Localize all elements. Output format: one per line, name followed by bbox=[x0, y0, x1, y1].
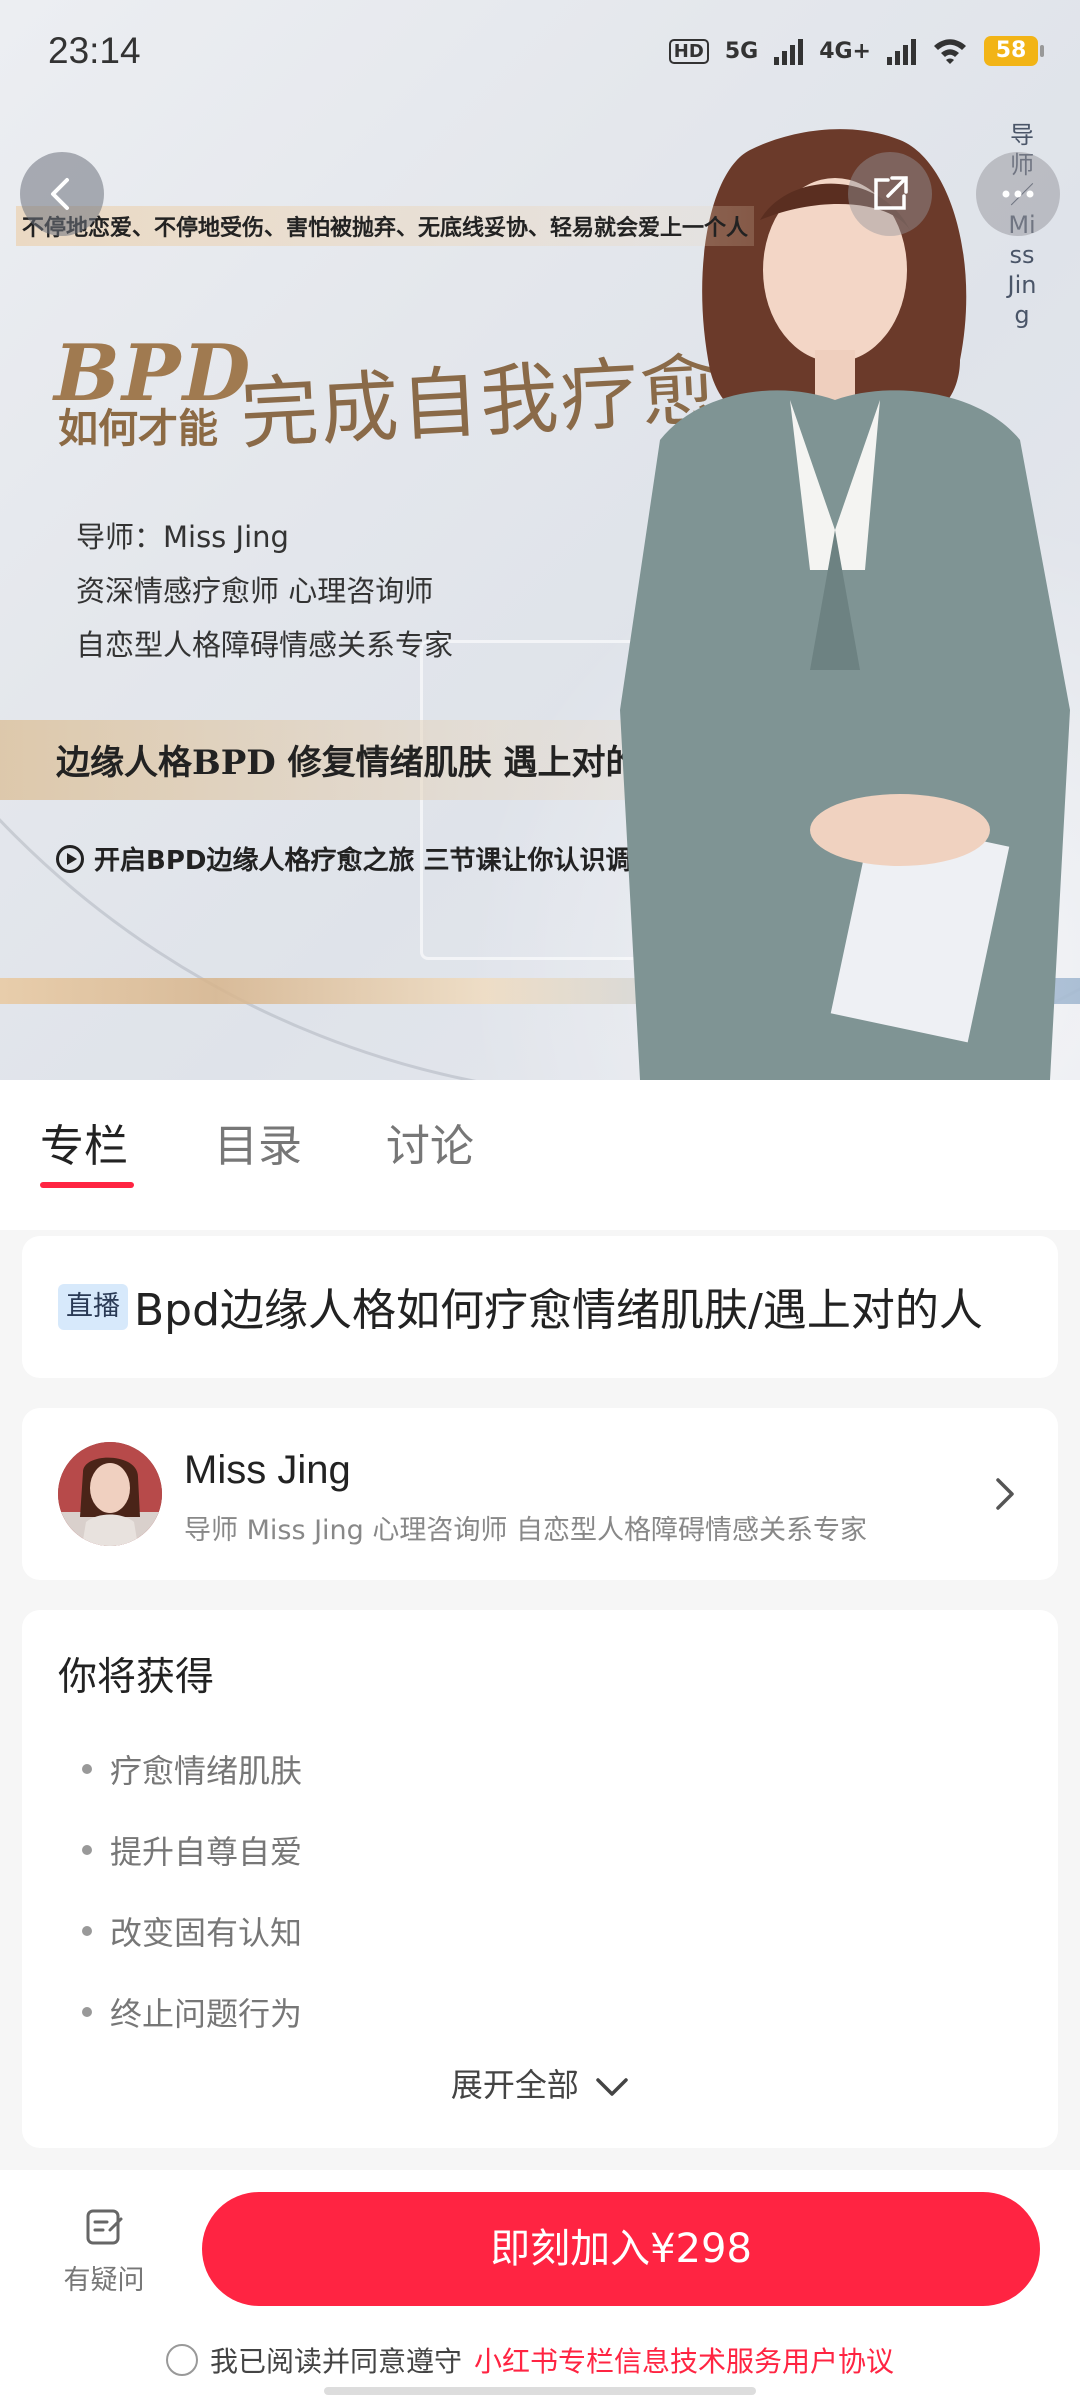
question-icon bbox=[86, 2209, 123, 2245]
tab-active-indicator bbox=[40, 1182, 134, 1188]
cover-info-line: 资深情感疗愈师 心理咨询师 bbox=[76, 574, 434, 608]
agreement-row: 我已阅读并同意遵守 小红书专栏信息技术服务用户协议 bbox=[166, 2340, 894, 2380]
bottom-action-bar: 有疑问 即刻加入¥298 我已阅读并同意遵守 小红书专栏信息技术服务用户协议 bbox=[0, 2170, 1080, 2400]
cover-info: 导师：Miss Jing 资深情感疗愈师 心理咨询师 自恋型人格障碍情感关系专家 bbox=[76, 510, 453, 672]
list-item: 终止问题行为 bbox=[82, 1971, 302, 2052]
agreement-link[interactable]: 小红书专栏信息技术服务用户协议 bbox=[474, 2340, 894, 2380]
tab-column[interactable]: 专栏 bbox=[40, 1110, 128, 1174]
cover-slogan: 边缘人格BPD 修复情绪肌肤 遇上对的人 bbox=[56, 743, 674, 783]
wifi-icon bbox=[934, 39, 966, 64]
benefits-card: 你将获得 疗愈情绪肌肤 提升自尊自爱 改变固有认知 终止问题行为 展开全部 bbox=[22, 1610, 1058, 2148]
expand-all-label: 展开全部 bbox=[450, 2066, 579, 2104]
status-icons: HD 5G 4G+ 58 bbox=[668, 36, 1044, 66]
status-time: 23:14 bbox=[48, 30, 141, 71]
tab-catalog[interactable]: 目录 bbox=[214, 1110, 302, 1174]
network-4g-label: 4G+ bbox=[819, 38, 871, 64]
network-5g-label: 5G bbox=[724, 38, 759, 64]
agreement-text: 我已阅读并同意遵守 bbox=[210, 2345, 463, 2378]
more-button[interactable] bbox=[976, 152, 1060, 236]
chevron-right-icon bbox=[996, 1478, 1014, 1510]
benefits-heading: 你将获得 bbox=[58, 1655, 215, 1700]
agree-checkbox[interactable] bbox=[166, 2344, 198, 2376]
expand-all-button[interactable]: 展开全部 bbox=[22, 2060, 1058, 2106]
share-button[interactable] bbox=[848, 152, 932, 236]
ask-question-button[interactable]: 有疑问 bbox=[52, 2206, 156, 2297]
back-button[interactable] bbox=[20, 152, 104, 236]
battery-icon: 58 bbox=[984, 36, 1044, 66]
tab-bar: 专栏 目录 讨论 bbox=[0, 1080, 1080, 1230]
cover-info-line: 自恋型人格障碍情感关系专家 bbox=[76, 628, 454, 662]
course-title: Bpd边缘人格如何疗愈情绪肌肤/遇上对的人 bbox=[134, 1285, 983, 1336]
hd-icon: HD bbox=[668, 38, 709, 64]
mentor-description: 导师 Miss Jing 心理咨询师 自恋型人格障碍情感关系专家 bbox=[184, 1515, 867, 1546]
ask-question-label: 有疑问 bbox=[63, 2265, 145, 2296]
chevron-down-icon bbox=[596, 2078, 628, 2096]
home-indicator[interactable] bbox=[324, 2387, 756, 2395]
mentor-name: Miss Jing bbox=[184, 1448, 351, 1492]
share-icon bbox=[874, 176, 908, 210]
screen: 不停地恋爱、不停地受伤、害怕被抛弃、无底线妥协、轻易就会爱上一个人 BPD 如何… bbox=[0, 0, 1080, 2400]
status-bar: 23:14 HD 5G 4G+ 58 bbox=[0, 0, 1080, 100]
avatar bbox=[58, 1442, 162, 1546]
more-icon bbox=[1002, 190, 1034, 198]
cover-tagline: 不停地恋爱、不停地受伤、害怕被抛弃、无底线妥协、轻易就会爱上一个人 bbox=[16, 206, 755, 246]
join-now-button[interactable]: 即刻加入¥298 bbox=[202, 2192, 1040, 2306]
signal-icon bbox=[774, 37, 804, 65]
list-item: 提升自尊自爱 bbox=[82, 1809, 302, 1890]
chevron-left-icon bbox=[51, 178, 69, 210]
signal-icon bbox=[887, 37, 916, 65]
benefits-list: 疗愈情绪肌肤 提升自尊自爱 改变固有认知 终止问题行为 bbox=[82, 1728, 302, 2052]
live-badge: 直播 bbox=[58, 1284, 128, 1330]
cover-info-line: 导师：Miss Jing bbox=[76, 520, 289, 554]
course-title-card: 直播 Bpd边缘人格如何疗愈情绪肌肤/遇上对的人 bbox=[22, 1236, 1058, 1378]
play-icon bbox=[56, 844, 84, 873]
list-item: 疗愈情绪肌肤 bbox=[82, 1728, 302, 1809]
tab-discussion[interactable]: 讨论 bbox=[386, 1110, 474, 1174]
mentor-avatar-image bbox=[58, 1442, 162, 1546]
list-item: 改变固有认知 bbox=[82, 1890, 302, 1971]
cover-ruhe: 如何才能 bbox=[58, 405, 218, 452]
mentor-card[interactable]: Miss Jing 导师 Miss Jing 心理咨询师 自恋型人格障碍情感关系… bbox=[22, 1408, 1058, 1580]
